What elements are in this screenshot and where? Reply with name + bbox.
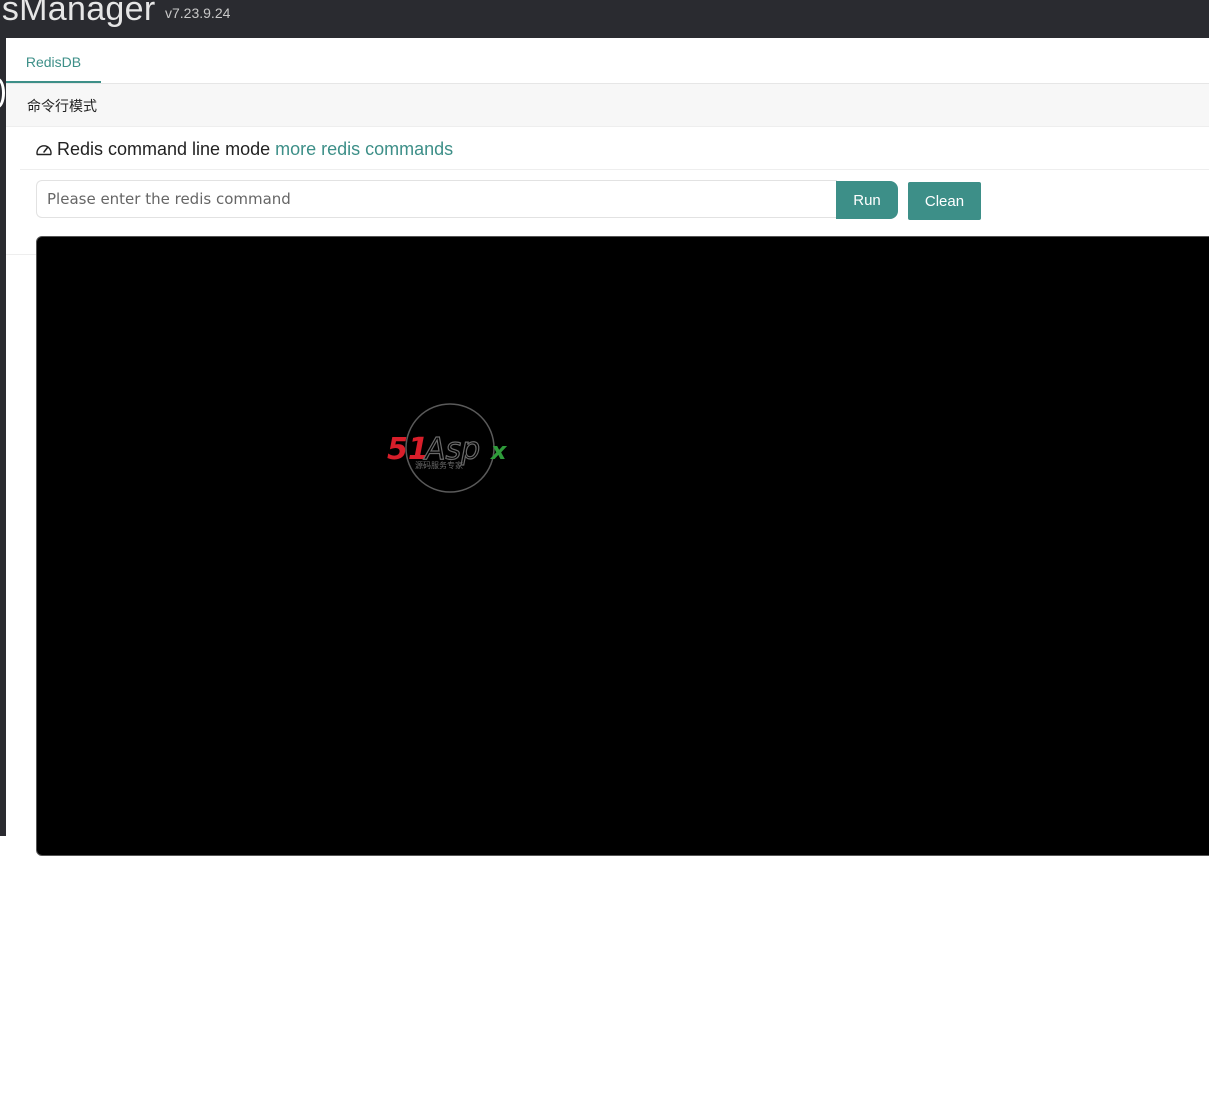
run-button[interactable]: Run <box>836 181 898 219</box>
main-panel: RedisDB 命令行模式 Redis command line mode mo… <box>6 38 1209 1113</box>
app-version: v7.23.9.24 <box>165 5 231 21</box>
tab-redisdb[interactable]: RedisDB <box>6 38 101 83</box>
redis-command-input[interactable] <box>36 180 837 218</box>
svg-text:源码服务专家: 源码服务专家 <box>415 460 463 470</box>
command-card: 命令行模式 Redis command line mode more redis… <box>6 84 1209 255</box>
divider <box>20 169 1209 170</box>
command-mode-title: Redis command line mode more redis comma… <box>35 139 453 163</box>
watermark-logo: 51 Asp x 源码服务专家 <box>387 403 508 493</box>
card-header: 命令行模式 <box>6 84 1209 127</box>
svg-text:x: x <box>490 437 508 465</box>
more-commands-link[interactable]: more redis commands <box>275 139 453 159</box>
tab-bar: RedisDB <box>6 38 1209 84</box>
sidebar-toggle-icon[interactable] <box>0 78 5 108</box>
dashboard-icon <box>36 145 52 156</box>
card-header-label: 命令行模式 <box>27 99 97 115</box>
console-output[interactable]: 51 Asp x 源码服务专家 <box>36 236 1209 856</box>
app-title: isManager <box>0 0 156 28</box>
app-header: isManager v7.23.9.24 <box>0 0 1209 38</box>
command-mode-title-text: Redis command line mode <box>57 139 271 159</box>
clean-button[interactable]: Clean <box>908 182 981 220</box>
